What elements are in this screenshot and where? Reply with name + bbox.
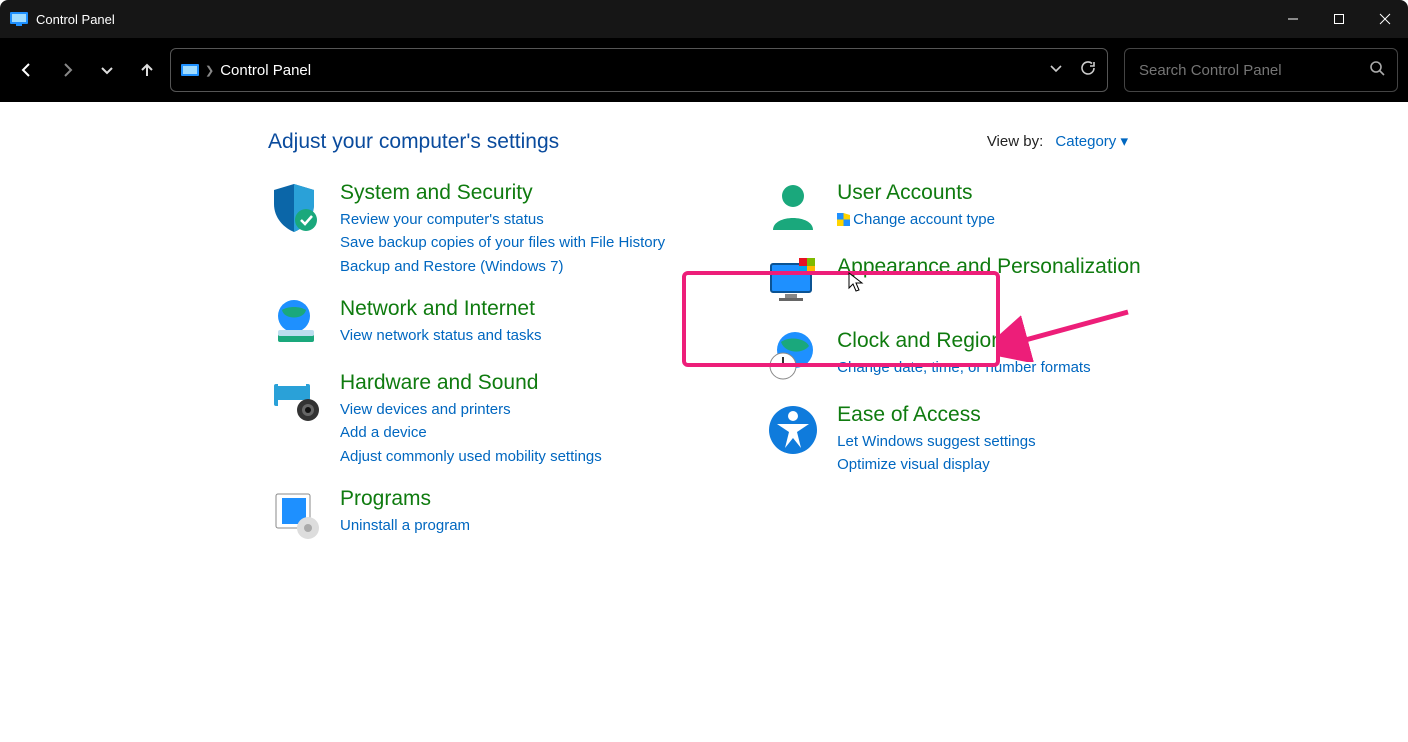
view-by: View by: Category ▾ [987,132,1128,150]
category-system-security: System and Security Review your computer… [268,180,665,278]
globe-icon [268,296,324,352]
category-ease-of-access: Ease of Access Let Windows suggest setti… [765,402,1141,477]
category-clock-region: Clock and Region Change date, time, or n… [765,328,1141,384]
category-network-internet: Network and Internet View network status… [268,296,665,352]
search-box[interactable] [1124,48,1398,92]
category-programs: Programs Uninstall a program [268,486,665,542]
category-link[interactable]: Programs [340,486,470,511]
content-area: Adjust your computer's settings View by:… [0,102,1408,742]
shield-icon [268,180,324,236]
sub-link[interactable]: View devices and printers [340,398,602,421]
sub-link[interactable]: Change date, time, or number formats [837,356,1090,379]
breadcrumb-separator-icon: ❯ [205,64,214,77]
sub-link[interactable]: Review your computer's status [340,208,665,231]
control-panel-icon [10,10,28,28]
close-button[interactable] [1362,0,1408,38]
uac-shield-icon [837,210,850,223]
category-link[interactable]: Ease of Access [837,402,1035,427]
sub-link[interactable]: Let Windows suggest settings [837,430,1035,453]
search-icon [1369,60,1385,80]
sub-link[interactable]: Save backup copies of your files with Fi… [340,231,665,254]
maximize-button[interactable] [1316,0,1362,38]
printer-camera-icon [268,370,324,426]
breadcrumb-root[interactable]: Control Panel [220,62,311,79]
refresh-button[interactable] [1079,59,1097,81]
sub-link[interactable]: Uninstall a program [340,514,470,537]
recent-locations-button[interactable] [90,53,124,87]
sub-link[interactable]: Change account type [837,208,995,231]
monitor-icon [765,254,821,310]
address-history-button[interactable] [1049,61,1063,79]
right-column: User Accounts Change account type Appear… [765,180,1141,560]
view-by-label: View by: [987,133,1043,150]
search-input[interactable] [1137,61,1341,80]
category-user-accounts: User Accounts Change account type [765,180,1141,236]
control-panel-mini-icon [181,64,199,76]
sub-link[interactable]: Optimize visual display [837,453,1035,476]
view-by-dropdown[interactable]: Category ▾ [1055,133,1128,150]
sub-link[interactable]: Add a device [340,421,602,444]
navbar: ❯ Control Panel [0,38,1408,102]
minimize-button[interactable] [1270,0,1316,38]
control-panel-window: Control Panel ❯ Control Panel Adj [0,0,1408,742]
sub-link[interactable]: View network status and tasks [340,324,542,347]
window-title: Control Panel [36,12,115,27]
titlebar: Control Panel [0,0,1408,38]
sub-link[interactable]: Adjust commonly used mobility settings [340,445,602,468]
user-icon [765,180,821,236]
category-link[interactable]: User Accounts [837,180,995,205]
page-heading: Adjust your computer's settings [268,130,1408,154]
back-button[interactable] [10,53,44,87]
accessibility-icon [765,402,821,458]
category-appearance: Appearance and Personalization [765,254,1141,310]
up-button[interactable] [130,53,164,87]
forward-button[interactable] [50,53,84,87]
sub-link[interactable]: Backup and Restore (Windows 7) [340,255,665,278]
address-bar[interactable]: ❯ Control Panel [170,48,1108,92]
left-column: System and Security Review your computer… [268,180,665,560]
category-link[interactable]: Clock and Region [837,328,1090,353]
clock-globe-icon [765,328,821,384]
category-link[interactable]: Appearance and Personalization [837,254,1141,279]
category-link[interactable]: System and Security [340,180,665,205]
category-link[interactable]: Network and Internet [340,296,542,321]
programs-icon [268,486,324,542]
category-hardware-sound: Hardware and Sound View devices and prin… [268,370,665,468]
category-link[interactable]: Hardware and Sound [340,370,602,395]
chevron-down-icon: ▾ [1120,133,1128,150]
